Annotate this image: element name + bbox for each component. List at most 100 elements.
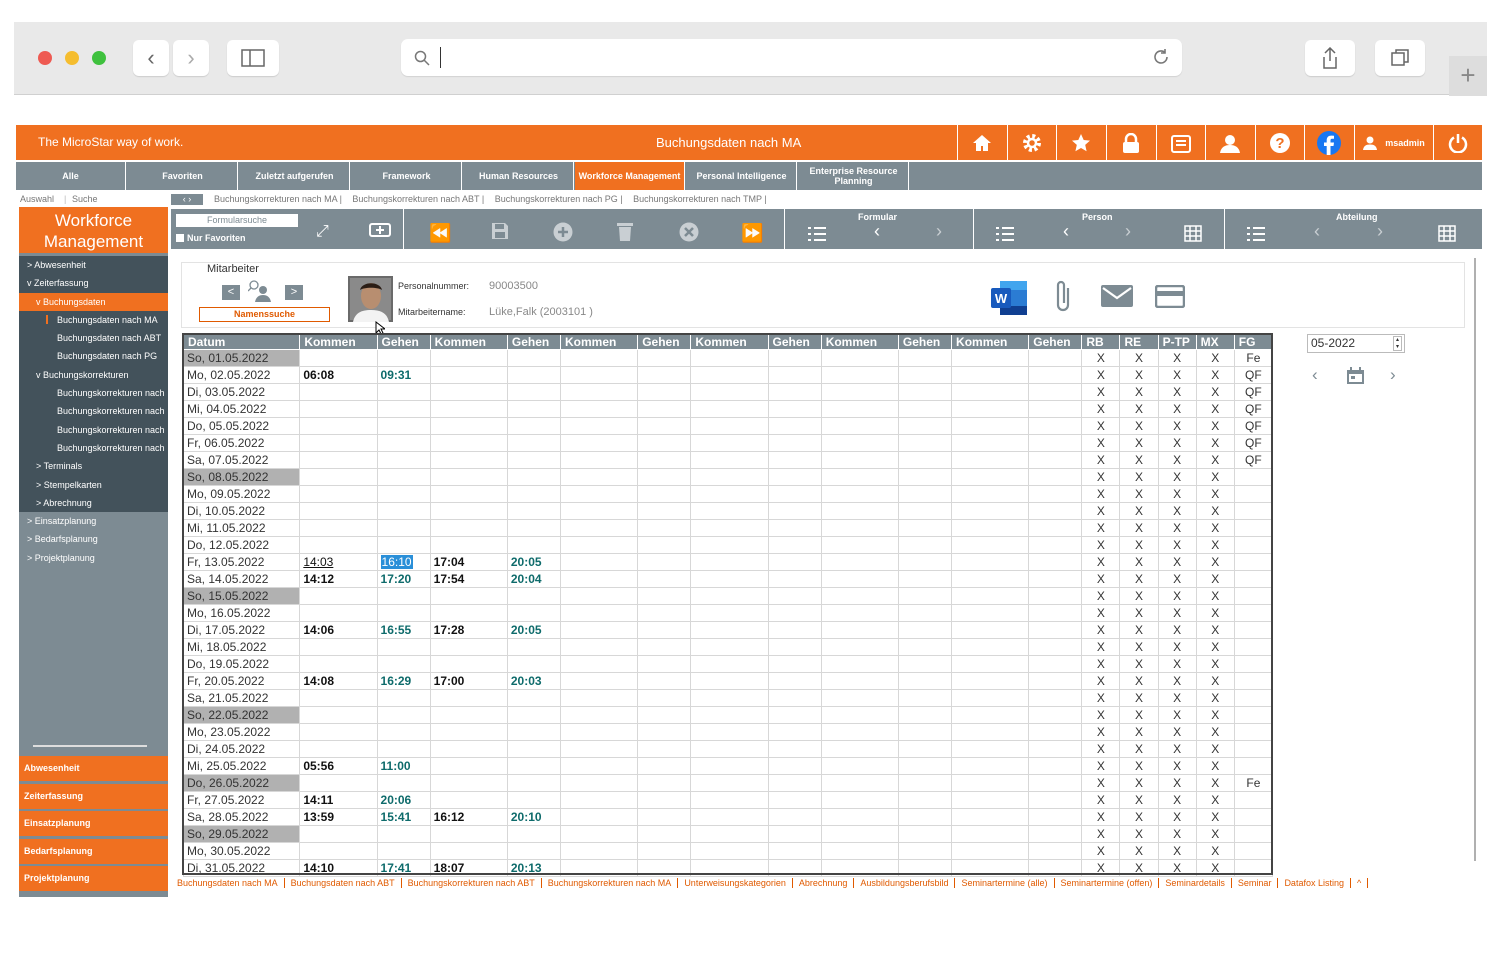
table-cell[interactable] bbox=[429, 689, 508, 707]
table-cell[interactable] bbox=[951, 502, 1030, 520]
date-cell[interactable]: Mo, 23.05.2022 bbox=[182, 723, 301, 741]
table-cell[interactable] bbox=[559, 366, 639, 384]
table-cell[interactable] bbox=[767, 791, 822, 809]
table-cell[interactable]: X bbox=[1119, 587, 1159, 605]
date-cell[interactable]: Mi, 11.05.2022 bbox=[182, 519, 301, 537]
table-cell[interactable]: X bbox=[1195, 434, 1235, 452]
table-cell[interactable]: X bbox=[1081, 451, 1121, 469]
table-cell[interactable] bbox=[897, 604, 953, 622]
table-cell[interactable]: X bbox=[1081, 706, 1121, 724]
breadcrumb-item[interactable]: Buchungskorrekturen nach PG bbox=[495, 194, 618, 204]
table-cell[interactable] bbox=[897, 621, 953, 639]
table-cell[interactable] bbox=[506, 740, 562, 758]
date-cell[interactable]: So, 15.05.2022 bbox=[182, 587, 301, 605]
table-row[interactable]: Sa, 28.05.2022 13:59 15:41 16:12 20:10 X X X X bbox=[182, 808, 1274, 826]
table-cell[interactable] bbox=[767, 757, 822, 775]
table-cell[interactable] bbox=[690, 434, 769, 452]
table-cell[interactable]: X bbox=[1081, 417, 1121, 435]
table-cell[interactable] bbox=[820, 366, 899, 384]
table-cell[interactable] bbox=[376, 655, 431, 673]
table-cell[interactable] bbox=[559, 417, 639, 435]
table-cell[interactable] bbox=[690, 757, 769, 775]
table-cell[interactable] bbox=[1233, 638, 1274, 656]
date-cell[interactable]: Sa, 21.05.2022 bbox=[182, 689, 301, 707]
table-cell[interactable] bbox=[299, 587, 378, 605]
table-cell[interactable] bbox=[690, 485, 769, 503]
table-cell[interactable] bbox=[429, 791, 508, 809]
table-cell[interactable]: 13:59 bbox=[299, 808, 378, 826]
table-cell[interactable] bbox=[767, 553, 822, 571]
table-cell[interactable] bbox=[637, 723, 692, 741]
table-cell[interactable] bbox=[637, 825, 692, 843]
table-cell[interactable]: QF bbox=[1233, 417, 1274, 435]
table-cell[interactable] bbox=[376, 400, 431, 418]
last-record-icon[interactable]: ⏩ bbox=[741, 223, 763, 244]
date-cell[interactable]: Mi, 25.05.2022 bbox=[182, 757, 301, 775]
table-cell[interactable] bbox=[1028, 604, 1083, 622]
previous-person-icon[interactable]: ‹ bbox=[1063, 221, 1069, 242]
previous-period-icon[interactable]: ‹ bbox=[1312, 365, 1318, 385]
table-cell[interactable] bbox=[951, 774, 1030, 792]
nav-tab-framework[interactable]: Framework bbox=[352, 162, 462, 190]
table-cell[interactable] bbox=[559, 655, 639, 673]
table-row[interactable]: Fr, 27.05.2022 14:11 20:06 X X X X bbox=[182, 791, 1274, 809]
form-search-input[interactable]: Formularsuche bbox=[176, 214, 298, 227]
table-row[interactable]: Fr, 06.05.2022 X X X X QF bbox=[182, 434, 1274, 452]
table-cell[interactable] bbox=[690, 723, 769, 741]
table-cell[interactable] bbox=[1233, 689, 1274, 707]
table-cell[interactable] bbox=[690, 400, 769, 418]
table-cell[interactable] bbox=[506, 757, 562, 775]
table-cell[interactable] bbox=[820, 519, 899, 537]
table-cell[interactable] bbox=[690, 349, 769, 367]
favorites-button[interactable] bbox=[1056, 125, 1105, 160]
table-cell[interactable] bbox=[1233, 808, 1274, 826]
table-cell[interactable] bbox=[299, 638, 378, 656]
table-cell[interactable]: X bbox=[1119, 655, 1159, 673]
table-cell[interactable] bbox=[1028, 638, 1083, 656]
table-cell[interactable] bbox=[951, 400, 1030, 418]
table-cell[interactable] bbox=[299, 740, 378, 758]
sidebar-tree-item[interactable]: v Buchungskorrekturen bbox=[19, 365, 168, 385]
table-cell[interactable] bbox=[637, 638, 692, 656]
table-cell[interactable]: 20:13 bbox=[506, 859, 562, 877]
table-cell[interactable]: QF bbox=[1233, 383, 1274, 401]
table-cell[interactable] bbox=[429, 655, 508, 673]
table-row[interactable]: Di, 03.05.2022 X X X X QF bbox=[182, 383, 1274, 401]
table-cell[interactable] bbox=[1028, 689, 1083, 707]
table-cell[interactable] bbox=[429, 587, 508, 605]
table-cell[interactable] bbox=[506, 825, 562, 843]
table-cell[interactable] bbox=[637, 672, 692, 690]
table-cell[interactable] bbox=[506, 791, 562, 809]
table-cell[interactable] bbox=[299, 706, 378, 724]
table-cell[interactable] bbox=[767, 689, 822, 707]
table-cell[interactable] bbox=[429, 383, 508, 401]
table-cell[interactable] bbox=[767, 723, 822, 741]
table-cell[interactable] bbox=[690, 638, 769, 656]
table-cell[interactable]: X bbox=[1119, 859, 1159, 877]
table-cell[interactable]: X bbox=[1157, 791, 1197, 809]
sidebar-tree-item[interactable]: Buchungsdaten nach PG bbox=[19, 347, 168, 366]
date-cell[interactable]: Mo, 16.05.2022 bbox=[182, 604, 301, 622]
column-header[interactable]: Gehen bbox=[376, 334, 431, 350]
table-cell[interactable] bbox=[690, 502, 769, 520]
table-cell[interactable] bbox=[951, 791, 1030, 809]
column-header[interactable]: Datum bbox=[182, 334, 301, 350]
table-cell[interactable] bbox=[299, 519, 378, 537]
table-cell[interactable] bbox=[376, 519, 431, 537]
table-cell[interactable] bbox=[376, 774, 431, 792]
table-cell[interactable] bbox=[559, 553, 639, 571]
table-cell[interactable] bbox=[559, 791, 639, 809]
table-cell[interactable]: X bbox=[1195, 859, 1235, 877]
table-row[interactable]: Mi, 25.05.2022 05:56 11:00 X X X X bbox=[182, 757, 1274, 775]
column-header[interactable]: MX bbox=[1195, 334, 1235, 350]
sidebar-tree-item[interactable]: Buchungskorrekturen nach bbox=[19, 420, 168, 439]
table-cell[interactable] bbox=[506, 502, 562, 520]
table-cell[interactable] bbox=[376, 638, 431, 656]
table-cell[interactable] bbox=[506, 485, 562, 503]
table-cell[interactable] bbox=[690, 468, 769, 486]
table-cell[interactable] bbox=[767, 417, 822, 435]
table-cell[interactable]: X bbox=[1081, 400, 1121, 418]
table-cell[interactable] bbox=[1028, 808, 1083, 826]
table-cell[interactable] bbox=[299, 451, 378, 469]
reload-icon[interactable] bbox=[1152, 48, 1170, 66]
